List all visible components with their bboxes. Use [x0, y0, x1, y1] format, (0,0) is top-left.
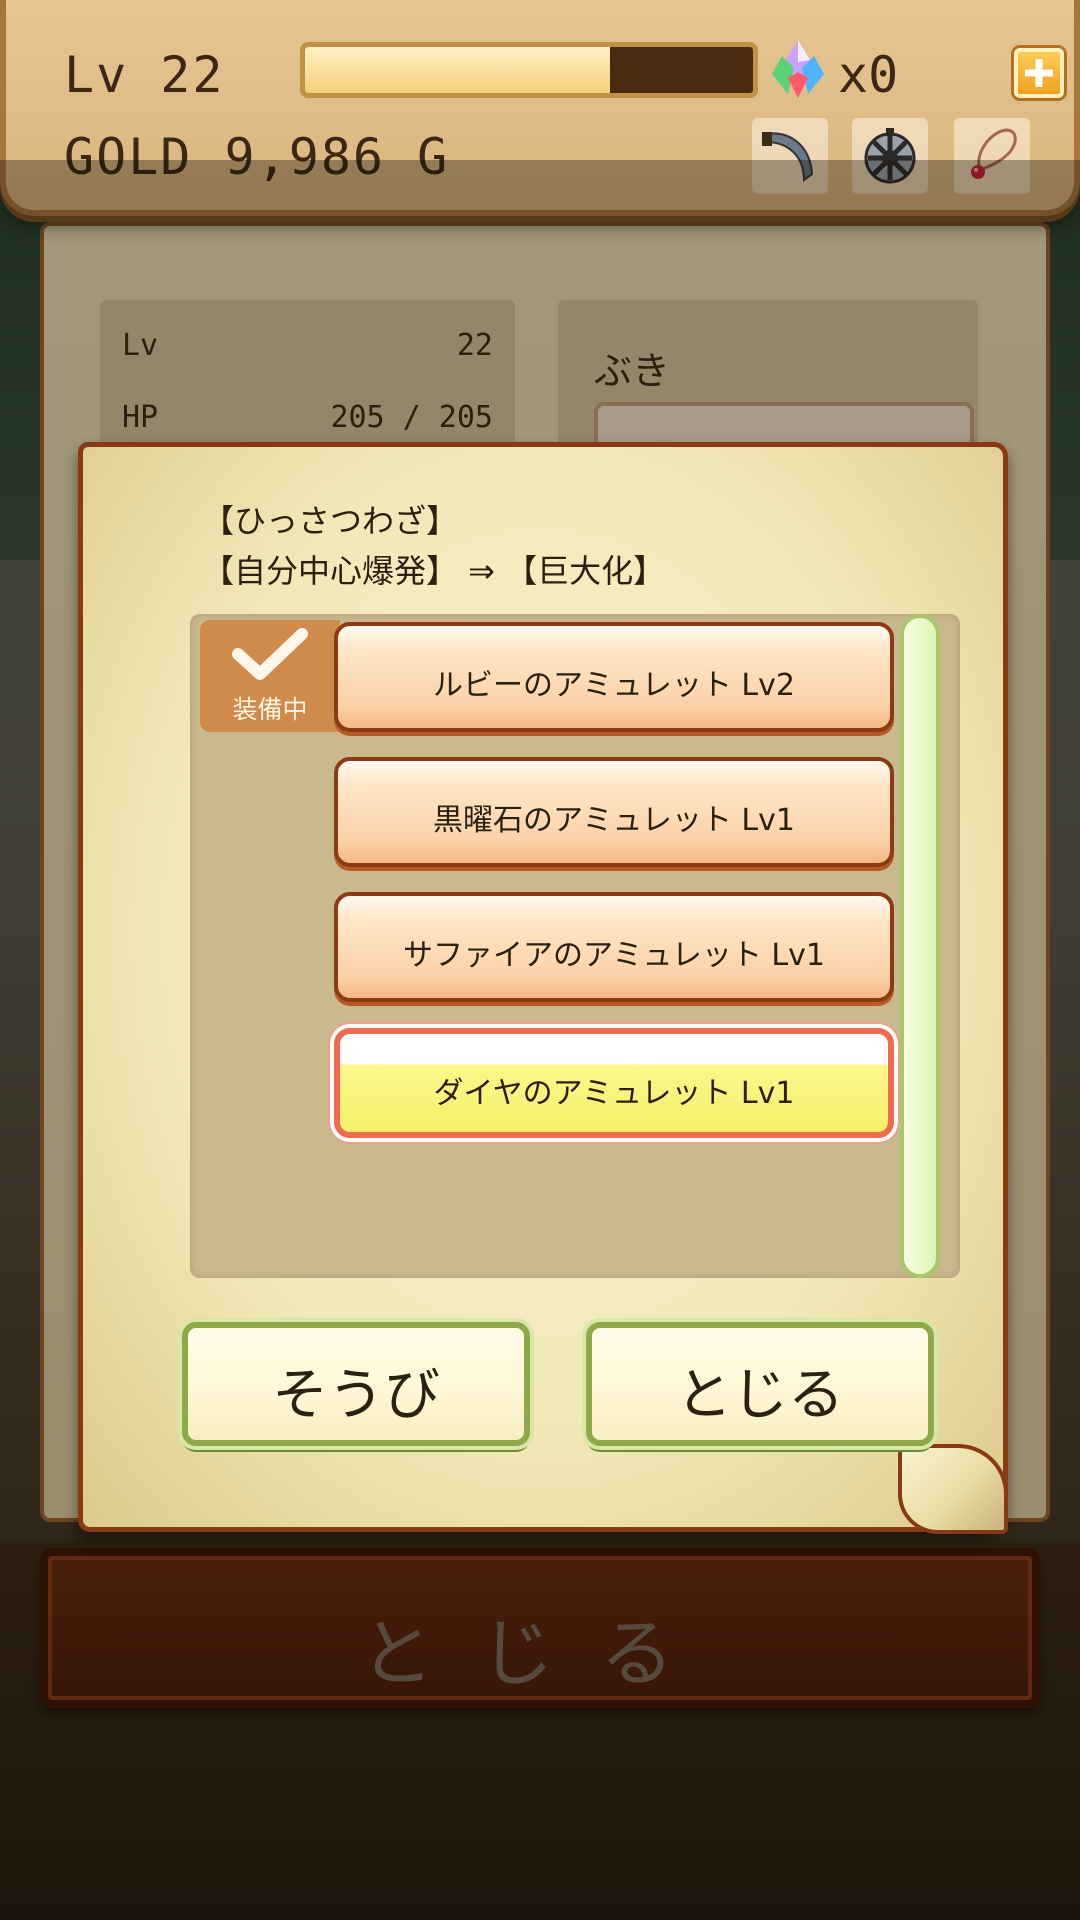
add-gem-button[interactable] [1014, 48, 1064, 98]
equipped-badge: 装備中 [200, 620, 340, 732]
equip-button[interactable]: そうび [182, 1322, 530, 1446]
amulet-item-diamond[interactable]: ダイヤのアミュレット Lv1 [334, 1028, 894, 1138]
player-level: Lv 22 [64, 46, 225, 104]
equip-button-label: そうび [272, 1363, 440, 1428]
exp-bar-fill [305, 47, 610, 93]
equipped-badge-label: 装備中 [232, 695, 308, 724]
amulet-item-ruby[interactable]: ルビーのアミュレット Lv2 [334, 622, 894, 732]
exp-bar [300, 42, 758, 98]
amulet-item-sapphire[interactable]: サファイアのアミュレット Lv1 [334, 892, 894, 1002]
close-button[interactable]: とじる [586, 1322, 934, 1446]
gem-count: x0 [838, 46, 899, 104]
close-button-label: とじる [676, 1363, 844, 1428]
amulet-item-label: ルビーのアミュレット Lv2 [433, 668, 795, 703]
skill-title: 【ひっさつわざ】 [202, 502, 459, 540]
check-icon [232, 628, 308, 680]
list-scrollbar[interactable] [900, 614, 940, 1278]
parchment-curl [898, 1444, 1008, 1534]
amulet-item-obsidian[interactable]: 黒曜石のアミュレット Lv1 [334, 757, 894, 867]
skill-change-text: 【自分中心爆発】 ⇒ 【巨大化】 [202, 552, 666, 590]
amulet-item-label: ダイヤのアミュレット Lv1 [433, 1076, 795, 1111]
amulet-item-label: サファイアのアミュレット Lv1 [403, 938, 825, 973]
amulet-item-label: 黒曜石のアミュレット Lv1 [433, 803, 795, 838]
gem-icon [768, 38, 828, 100]
